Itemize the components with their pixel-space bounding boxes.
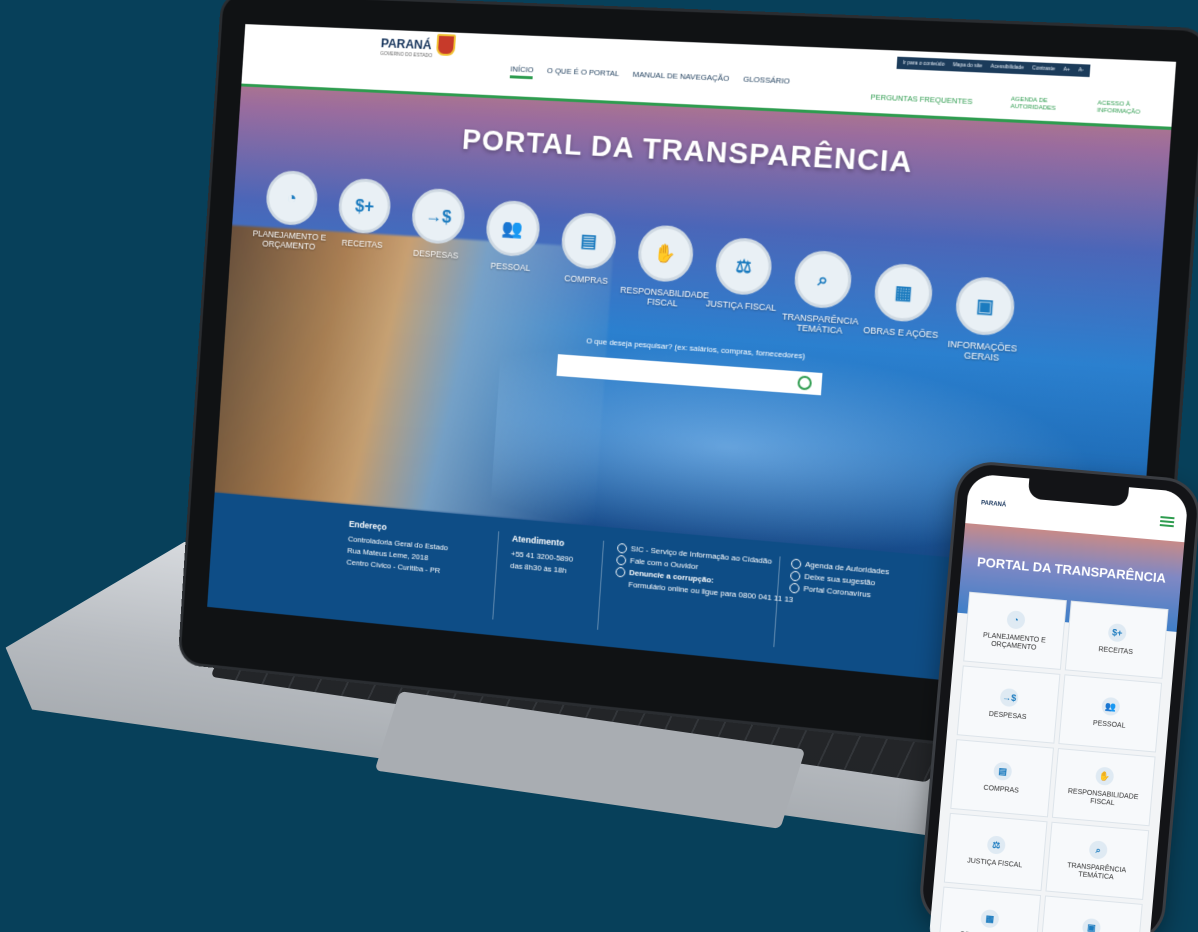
nav-glossario[interactable]: GLOSSÁRIO <box>742 75 790 91</box>
phone-tile-icon: $+ <box>1107 622 1128 643</box>
footer-atendimento: Atendimento +55 41 3200-5890 das 8h30 às… <box>510 533 575 578</box>
phone-tile-label: PLANEJAMENTO E ORÇAMENTO <box>982 632 1047 652</box>
category-label: JUSTIÇA FISCAL <box>705 298 777 313</box>
phone-tile-icon: ▦ <box>980 908 1000 929</box>
category-6[interactable]: ⚖ JUSTIÇA FISCAL <box>697 236 789 314</box>
category-5[interactable]: ✋ RESPONSABILIDADE FISCAL <box>619 223 710 310</box>
category-label: RECEITAS <box>341 237 383 250</box>
phone-tile-6[interactable]: ⚖ JUSTIÇA FISCAL <box>943 812 1048 892</box>
phone-tile-icon: ◔ <box>1006 610 1026 630</box>
nav-manual[interactable]: MANUAL DE NAVEGAÇÃO <box>632 70 729 88</box>
people-icon: 👥 <box>484 199 542 258</box>
phone-tile-icon: →$ <box>999 687 1019 708</box>
footer-divider <box>492 531 500 620</box>
faq-link[interactable]: PERGUNTAS FREQUENTES <box>870 92 973 106</box>
category-label: COMPRAS <box>563 273 609 286</box>
footer-right-links: Agenda de Autoridades Deixe sua sugestão… <box>789 557 890 602</box>
hamburger-menu-icon[interactable] <box>1159 516 1175 528</box>
category-label: PESSOAL <box>490 260 531 274</box>
phone-tile-icon: ✋ <box>1094 766 1115 786</box>
pie-chart-icon: ◔ <box>264 169 320 227</box>
agenda-link[interactable]: AGENDA DE AUTORIDADES <box>1010 97 1056 114</box>
util-accessibility-link[interactable]: Acessibilidade <box>990 64 1024 72</box>
util-sitemap-link[interactable]: Mapa do site <box>952 62 982 69</box>
handshake-icon: ✋ <box>636 224 695 284</box>
phone-screen: PARANÁ PORTAL DA TRANSPARÊNCIA ◔ PLANEJAM… <box>927 473 1189 932</box>
category-4[interactable]: ▤ COMPRAS <box>544 211 633 287</box>
acesso-informacao-link[interactable]: ACESSO À INFORMAÇÃO <box>1097 100 1141 117</box>
nav-inicio[interactable]: INÍCIO <box>509 64 534 80</box>
presentation-icon: ▣ <box>954 275 1017 337</box>
acesso-line-2: INFORMAÇÃO <box>1096 107 1141 116</box>
info-icon <box>616 542 628 554</box>
phone-tile-4[interactable]: ▤ COMPRAS <box>950 739 1054 818</box>
category-label: TRANSPARÊNCIA TEMÁTICA <box>781 311 859 336</box>
category-label: RESPONSABILIDADE FISCAL <box>619 284 710 309</box>
megaphone-icon <box>615 566 626 578</box>
mockup-stage: PARANÁ GOVERNO DO ESTADO Ir para o conte… <box>0 0 1198 932</box>
footer-links: SIC - Serviço de Informação ao Cidadão F… <box>614 542 796 606</box>
phone-tile-label: COMPRAS <box>983 784 1020 795</box>
phone-tile-label: PESSOAL <box>1092 719 1126 730</box>
atendimento-title: Atendimento <box>511 533 565 549</box>
phone-tile-label: DESPESAS <box>988 710 1027 722</box>
phone-tile-label: TRANSPARÊNCIA TEMÁTICA <box>1066 862 1127 882</box>
category-8[interactable]: ▦ OBRAS E AÇÕES <box>856 261 951 340</box>
revenue-icon: $+ <box>337 177 393 235</box>
virus-icon <box>789 582 800 594</box>
magnifier-chart-icon: ⌕ <box>792 249 854 310</box>
category-label: PLANEJAMENTO E ORÇAMENTO <box>252 228 327 252</box>
headset-icon <box>616 554 627 566</box>
util-font-increase[interactable]: A+ <box>1063 67 1070 74</box>
phone-tile-0[interactable]: ◔ PLANEJAMENTO E ORÇAMENTO <box>963 591 1067 670</box>
phone-category-grid: ◔ PLANEJAMENTO E ORÇAMENTO $+ RECEITAS →$ DES… <box>937 591 1169 932</box>
cash-icon: ▤ <box>560 211 618 271</box>
scale-icon: ⚖ <box>714 236 774 297</box>
parana-logo[interactable]: PARANÁ <box>380 35 432 52</box>
building-icon: ▦ <box>872 262 935 324</box>
phone-tile-label: JUSTIÇA FISCAL <box>966 857 1023 870</box>
phone-tile-icon: 👥 <box>1101 696 1121 717</box>
phone-tile-label: RESPONSABILIDADE FISCAL <box>1067 788 1139 808</box>
category-1[interactable]: $+ RECEITAS <box>321 177 407 252</box>
nav-o-que-e[interactable]: O QUE É O PORTAL <box>546 66 620 83</box>
lightbulb-icon <box>789 570 801 582</box>
phone-tile-label: RECEITAS <box>1098 646 1134 657</box>
category-2[interactable]: →$ DESPESAS <box>395 187 482 262</box>
phone-tile-5[interactable]: ✋ RESPONSABILIDADE FISCAL <box>1051 747 1156 827</box>
gov-subtitle: GOVERNO DO ESTADO <box>380 51 433 60</box>
phone-parana-logo[interactable]: PARANÁ <box>981 500 1007 508</box>
phone-tile-9[interactable]: ▣INFORMAÇÕES GERAIS <box>1038 895 1143 932</box>
agenda-line-2: AUTORIDADES <box>1010 103 1056 113</box>
phone-tile-2[interactable]: →$ DESPESAS <box>956 665 1061 744</box>
expense-icon: →$ <box>410 187 467 246</box>
main-nav: INÍCIO O QUE É O PORTAL MANUAL DE NAVEGA… <box>509 64 790 91</box>
category-label: OBRAS E AÇÕES <box>862 324 939 341</box>
category-7[interactable]: ⌕ TRANSPARÊNCIA TEMÁTICA <box>775 248 869 337</box>
phone-tile-icon: ▤ <box>992 761 1013 782</box>
phone-tile-icon: ⚖ <box>986 835 1007 855</box>
phone-tile-3[interactable]: 👥 PESSOAL <box>1058 674 1163 753</box>
phone-device: PARANÁ PORTAL DA TRANSPARÊNCIA ◔ PLANEJAM… <box>920 462 1198 932</box>
util-font-decrease[interactable]: A- <box>1078 67 1084 73</box>
footer-endereco: Endereço Controladoria Geral do Estado R… <box>346 518 449 578</box>
phone-tile-icon: ▣ <box>1081 917 1102 932</box>
footer-divider <box>597 540 605 630</box>
phone-tile-7[interactable]: ⌕ TRANSPARÊNCIA TEMÁTICA <box>1045 821 1150 900</box>
phone-tile-8[interactable]: ▦OBRAS E AÇÕES <box>937 886 1042 932</box>
phone-tile-1[interactable]: $+ RECEITAS <box>1064 600 1169 679</box>
util-contrast-link[interactable]: Contraste <box>1032 65 1055 72</box>
category-9[interactable]: ▣ INFORMAÇÕES GERAIS <box>936 275 1033 365</box>
category-label: DESPESAS <box>412 247 459 261</box>
utility-bar: Ir para o conteúdo Mapa do site Acessibi… <box>896 56 1091 78</box>
crest-icon <box>435 33 457 57</box>
category-3[interactable]: 👥 PESSOAL <box>469 199 557 275</box>
phone-tile-icon: ⌕ <box>1088 840 1109 860</box>
calendar-icon <box>790 558 802 570</box>
util-skip-link[interactable]: Ir para o conteúdo <box>903 60 945 68</box>
